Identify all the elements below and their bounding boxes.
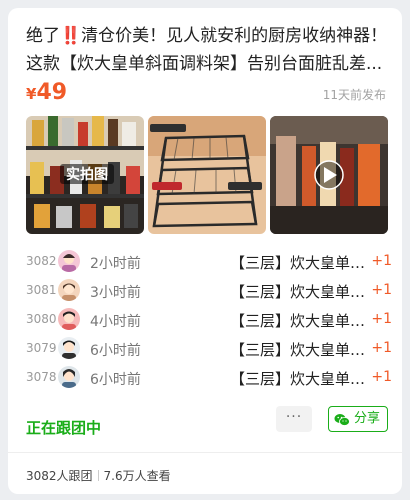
participant-count: 3082人跟团 xyxy=(26,469,93,483)
order-row[interactable]: 3079 6小时前 【三层】炊大皇单斜面调料架 +1 xyxy=(26,335,392,364)
group-stats: 3082人跟团 7.6万人查看 xyxy=(26,467,171,484)
order-number: 3081 xyxy=(26,283,57,297)
order-row[interactable]: 3082 2小时前 【三层】炊大皇单斜面调料架 +1 xyxy=(26,248,392,277)
order-quantity: +1 xyxy=(371,369,392,385)
stats-separator xyxy=(97,470,99,481)
group-buy-card[interactable]: 绝了‼️清仓价美！见人就安利的厨房收纳神器！这款【炊大皇单斜面调料架】告别台面脏… xyxy=(8,8,402,494)
avatar xyxy=(58,308,80,330)
following-status[interactable]: 正在跟团中 xyxy=(26,417,101,438)
order-row[interactable]: 3078 6小时前 【三层】炊大皇单斜面调料架 +1 xyxy=(26,364,392,393)
order-time: 6小时前 xyxy=(90,372,141,388)
order-time: 3小时前 xyxy=(90,285,141,301)
metal-spice-rack-photo[interactable] xyxy=(148,116,266,234)
price-symbol: ¥ xyxy=(26,85,37,103)
wechat-icon xyxy=(334,412,350,436)
order-item: 【三层】炊大皇单斜面调料架 xyxy=(230,370,366,388)
order-time: 6小时前 xyxy=(90,343,141,359)
order-quantity: +1 xyxy=(371,340,392,356)
order-item: 【三层】炊大皇单斜面调料架 xyxy=(230,283,366,301)
avatar xyxy=(58,250,80,272)
avatar xyxy=(58,337,80,359)
divider xyxy=(8,452,402,453)
order-number: 3079 xyxy=(26,341,57,355)
order-quantity: +1 xyxy=(371,253,392,269)
order-number: 3082 xyxy=(26,254,57,268)
photo-overlay-text: 实拍图 xyxy=(66,166,108,183)
price: ¥49 xyxy=(26,80,67,105)
order-item: 【三层】炊大皇单斜面调料架 xyxy=(230,254,366,272)
price-value: 49 xyxy=(36,80,68,105)
order-time: 2小时前 xyxy=(90,256,141,272)
order-item: 【三层】炊大皇单斜面调料架 xyxy=(230,341,366,359)
order-number: 3080 xyxy=(26,312,57,326)
spice-bottles-photo[interactable]: 实拍图 xyxy=(26,116,144,234)
order-quantity: +1 xyxy=(371,282,392,298)
share-button[interactable]: 分享 xyxy=(328,406,388,432)
video-play-thumbnail[interactable] xyxy=(270,116,388,234)
order-row[interactable]: 3081 3小时前 【三层】炊大皇单斜面调料架 +1 xyxy=(26,277,392,306)
order-row[interactable]: 3080 4小时前 【三层】炊大皇单斜面调料架 +1 xyxy=(26,306,392,335)
post-title[interactable]: 绝了‼️清仓价美！见人就安利的厨房收纳神器！这款【炊大皇单斜面调料架】告别台面脏… xyxy=(26,22,392,78)
posted-time: 11天前发布 xyxy=(322,88,386,102)
more-options-button[interactable]: ··· xyxy=(276,406,312,432)
order-item: 【三层】炊大皇单斜面调料架 xyxy=(230,312,366,330)
share-label: 分享 xyxy=(354,411,381,426)
order-number: 3078 xyxy=(26,370,57,384)
view-count: 7.6万人查看 xyxy=(103,469,171,483)
order-quantity: +1 xyxy=(371,311,392,327)
order-time: 4小时前 xyxy=(90,314,141,330)
order-list: 3082 2小时前 【三层】炊大皇单斜面调料架 +1 3081 3小时前 【三层… xyxy=(26,248,392,393)
avatar xyxy=(58,279,80,301)
avatar xyxy=(58,366,80,388)
